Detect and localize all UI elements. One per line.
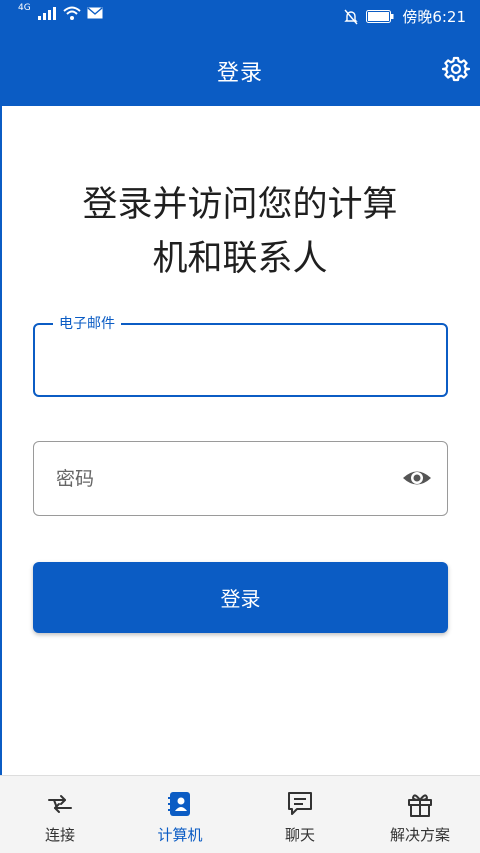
page-title: 登录 <box>216 61 263 86</box>
status-right: 傍晚6:21 <box>344 6 466 27</box>
nav-label-computers: 计算机 <box>157 826 203 844</box>
signal-icon <box>37 7 56 20</box>
nav-label-chat: 聊天 <box>284 826 315 844</box>
nav-item-chat[interactable]: 聊天 <box>240 776 360 853</box>
password-field[interactable] <box>33 441 448 516</box>
login-headline: 登录并访问您的计算 机和联系人 <box>40 178 440 286</box>
app-bar: 登录 <box>0 33 480 106</box>
wifi-icon <box>63 6 81 20</box>
email-field[interactable]: 电子邮件 <box>33 314 448 397</box>
nav-label-connect: 连接 <box>44 826 75 844</box>
status-left: 4G <box>18 3 103 20</box>
login-button[interactable]: 登录 <box>33 562 448 633</box>
notifications-muted-icon <box>344 9 359 24</box>
battery-icon <box>366 10 394 23</box>
email-input[interactable] <box>55 325 389 395</box>
eye-icon <box>403 471 431 485</box>
nav-item-solutions[interactable]: 解决方案 <box>360 776 480 853</box>
gift-box-icon <box>408 794 432 817</box>
status-bar: 4G 傍晚6:21 <box>0 0 480 33</box>
bottom-nav: 连接 计算机 聊天 解决方案 <box>0 775 480 853</box>
nav-item-computers[interactable]: 计算机 <box>120 776 240 853</box>
contacts-book-icon <box>168 792 190 816</box>
clock: 傍晚6:21 <box>402 8 466 26</box>
settings-button[interactable] <box>441 55 471 83</box>
show-password-button[interactable] <box>401 464 433 492</box>
headline-line-1: 登录并访问您的计算 <box>82 185 398 225</box>
network-type: 4G <box>18 3 31 13</box>
nav-item-connect[interactable]: 连接 <box>0 776 120 853</box>
nav-label-solutions: 解决方案 <box>389 826 450 844</box>
mail-icon <box>87 7 103 19</box>
headline-line-2: 机和联系人 <box>152 239 328 279</box>
chat-bubble-icon <box>288 792 312 815</box>
connect-arrows-icon <box>48 795 72 813</box>
gear-icon <box>441 56 471 82</box>
left-edge-accent <box>0 106 2 776</box>
password-input[interactable] <box>54 442 388 515</box>
